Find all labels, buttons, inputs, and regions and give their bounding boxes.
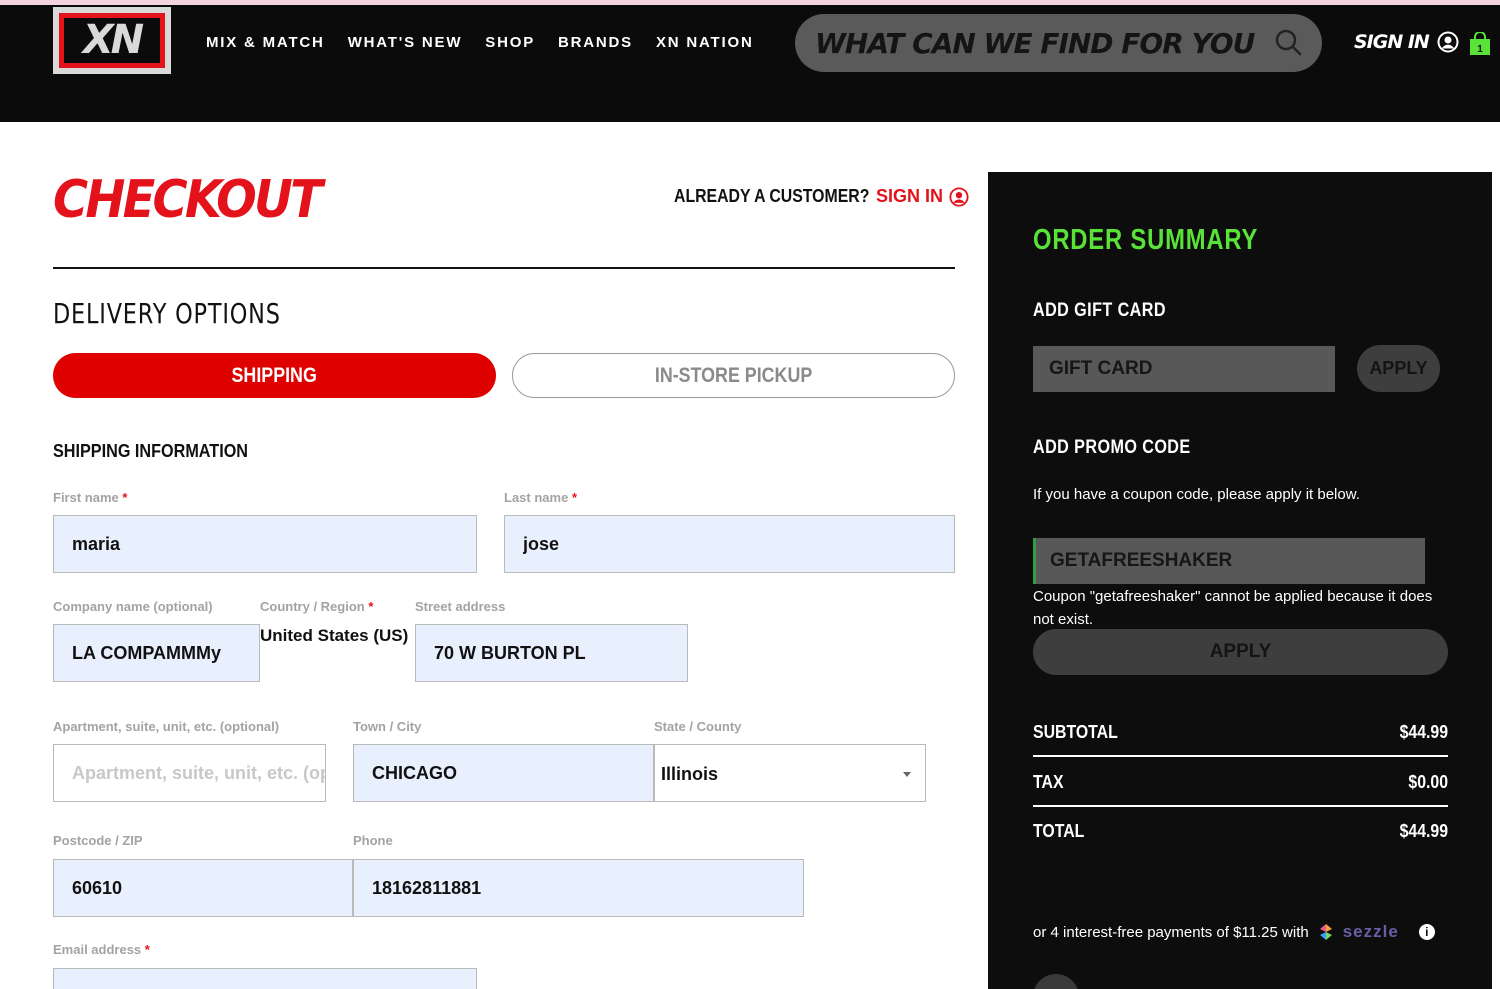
total-row: TOTAL $44.99 <box>1033 821 1448 841</box>
order-summary-panel: ORDER SUMMARY ADD GIFT CARD APPLY ADD PR… <box>988 172 1492 989</box>
company-input[interactable] <box>53 624 260 682</box>
signin-link[interactable]: SIGN IN <box>876 186 969 207</box>
state-select[interactable]: Illinois <box>654 744 926 802</box>
nav-mix-match[interactable]: MIX & MATCH <box>206 34 325 51</box>
gift-card-input[interactable] <box>1033 346 1335 392</box>
shipping-information-title: SHIPPING INFORMATION <box>53 441 249 461</box>
header-signin[interactable]: SIGN IN <box>1354 31 1459 53</box>
page-title: CHECKOUT <box>53 170 323 230</box>
email-input[interactable] <box>53 968 477 989</box>
info-icon[interactable]: i <box>1418 924 1435 940</box>
first-name-input[interactable] <box>53 515 477 573</box>
search-icon[interactable] <box>1274 28 1302 56</box>
subtotal-value: $44.99 <box>1399 722 1448 742</box>
promo-code-input[interactable] <box>1033 538 1425 584</box>
last-name-input[interactable] <box>504 515 955 573</box>
zip-label: Postcode / ZIP <box>53 833 143 848</box>
xn-logo[interactable]: XN <box>53 7 171 74</box>
cart-count: 1 <box>1477 44 1483 55</box>
subtotal-row: SUBTOTAL $44.99 <box>1033 722 1448 742</box>
city-input[interactable] <box>353 744 654 802</box>
already-customer: ALREADY A CUSTOMER? SIGN IN <box>674 186 969 207</box>
nav-brands[interactable]: BRANDS <box>558 34 633 51</box>
user-icon <box>949 186 969 207</box>
search-input[interactable] <box>815 22 1255 64</box>
phone-label: Phone <box>353 833 393 848</box>
nav-shop[interactable]: SHOP <box>485 34 535 51</box>
apply-gift-card-button[interactable]: APPLY <box>1357 345 1440 392</box>
divider <box>1033 805 1448 807</box>
phone-input[interactable] <box>353 859 804 917</box>
nav-xn-nation[interactable]: XN NATION <box>656 34 754 51</box>
shipping-button[interactable]: SHIPPING <box>53 353 496 398</box>
total-value: $44.99 <box>1399 821 1448 841</box>
user-icon <box>1437 31 1459 53</box>
scroll-button[interactable] <box>1033 974 1079 989</box>
order-summary-title: ORDER SUMMARY <box>1033 224 1259 256</box>
city-label: Town / City <box>353 719 422 734</box>
already-customer-text: ALREADY A CUSTOMER? <box>674 186 870 206</box>
tax-row: TAX $0.00 <box>1033 772 1448 792</box>
nav-whats-new[interactable]: WHAT'S NEW <box>348 34 463 51</box>
sezzle-logo-icon <box>1319 924 1332 940</box>
promo-note: If you have a coupon code, please apply … <box>1033 486 1360 503</box>
country-label: Country / Region * <box>260 599 374 614</box>
divider <box>53 267 955 269</box>
in-store-pickup-button[interactable]: IN-STORE PICKUP <box>512 353 955 398</box>
tax-value: $0.00 <box>1408 772 1448 792</box>
last-name-label: Last name * <box>504 490 577 505</box>
chevron-down-icon <box>903 772 911 777</box>
apartment-input[interactable] <box>53 744 326 802</box>
first-name-label: First name * <box>53 490 128 505</box>
state-label: State / County <box>654 719 742 734</box>
gift-card-title: ADD GIFT CARD <box>1033 300 1166 321</box>
promo-error-message: Coupon "getafreeshaker" cannot be applie… <box>1033 588 1433 628</box>
street-label: Street address <box>415 599 506 614</box>
sezzle-brand[interactable]: sezzle <box>1343 922 1399 942</box>
cart-icon[interactable]: 1 <box>1468 32 1492 56</box>
street-input[interactable] <box>415 624 688 682</box>
country-value: United States (US) <box>260 626 409 645</box>
site-header: XN MIX & MATCH WHAT'S NEW SHOP BRANDS XN… <box>0 5 1500 122</box>
delivery-options-title: DELIVERY OPTIONS <box>53 297 281 330</box>
email-label: Email address * <box>53 942 150 957</box>
divider <box>1033 755 1448 757</box>
main-nav: MIX & MATCH WHAT'S NEW SHOP BRANDS XN NA… <box>206 34 754 51</box>
sezzle-installments: or 4 interest-free payments of $11.25 wi… <box>1033 922 1435 942</box>
company-label: Company name (optional) <box>53 599 213 614</box>
apartment-label: Apartment, suite, unit, etc. (optional) <box>53 719 280 734</box>
promo-code-title: ADD PROMO CODE <box>1033 437 1191 458</box>
search-bar <box>795 14 1322 72</box>
zip-input[interactable] <box>53 859 353 917</box>
apply-promo-button[interactable]: APPLY <box>1033 629 1448 675</box>
